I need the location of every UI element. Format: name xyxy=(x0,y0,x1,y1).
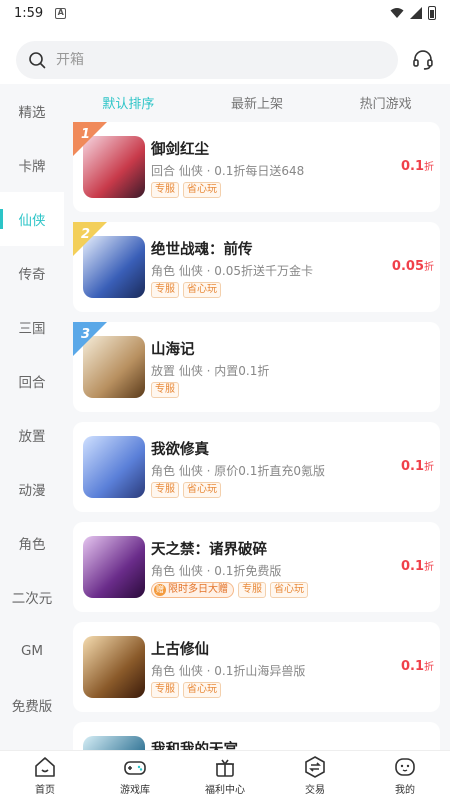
tag: 专服 xyxy=(151,382,179,398)
game-desc: 角色 仙侠 · 0.05折送千万金卡 xyxy=(151,264,313,278)
tag: 省心玩 xyxy=(183,482,221,498)
search-input[interactable] xyxy=(56,52,356,68)
discount-price: 0.1折 xyxy=(400,159,434,174)
sidebar-item-juese[interactable]: 角色 xyxy=(0,516,64,570)
svg-text:1: 1 xyxy=(81,127,90,142)
game-card[interactable]: 天之禁：诸界破碎 角色 仙侠 · 0.1折免费版 赠限时多日大赠 专服 省心玩 … xyxy=(73,522,440,612)
nav-label: 福利中心 xyxy=(205,785,245,796)
rank-badge-icon: 1 xyxy=(73,122,107,156)
rank-badge-icon: 2 xyxy=(73,222,107,256)
game-desc: 角色 仙侠 · 原价0.1折直充0氪版 xyxy=(151,464,325,478)
game-card[interactable]: 1 御剑红尘 回合 仙侠 · 0.1折每日送648 专服 省心玩 0.1折 xyxy=(73,122,440,212)
sidebar-item-huihe[interactable]: 回合 xyxy=(0,354,64,408)
game-desc: 放置 仙侠 · 内置0.1折 xyxy=(151,364,270,378)
rank-badge-icon: 3 xyxy=(73,322,107,356)
tag: 省心玩 xyxy=(183,282,221,298)
tag: 专服 xyxy=(151,182,179,198)
sidebar-item-chuanqi[interactable]: 传奇 xyxy=(0,246,64,300)
tag: 专服 xyxy=(151,482,179,498)
game-desc: 回合 仙侠 · 0.1折每日送648 xyxy=(151,164,305,178)
battery-icon xyxy=(428,6,436,20)
signal-icon xyxy=(410,7,422,19)
tag: 专服 xyxy=(238,582,266,598)
nav-label: 首页 xyxy=(35,785,55,796)
search-icon xyxy=(29,52,46,69)
nav-label: 交易 xyxy=(305,785,325,796)
game-title: 御剑红尘 xyxy=(151,142,209,158)
tag-list: 赠限时多日大赠 专服 省心玩 xyxy=(151,582,308,598)
customer-service-icon[interactable] xyxy=(412,49,434,71)
nav-profile[interactable]: 我的 xyxy=(360,751,450,800)
game-thumbnail xyxy=(83,536,145,598)
game-card[interactable]: 我欲修真 角色 仙侠 · 原价0.1折直充0氪版 专服 省心玩 0.1折 xyxy=(73,422,440,512)
tab-default-sort[interactable]: 默认排序 xyxy=(64,93,193,112)
tag-list: 专服 省心玩 xyxy=(151,482,221,498)
game-title: 我欲修真 xyxy=(151,442,209,458)
game-card[interactable]: 2 绝世战魂：前传 角色 仙侠 · 0.05折送千万金卡 专服 省心玩 0.05… xyxy=(73,222,440,312)
sidebar-item-jingxuan[interactable]: 精选 xyxy=(0,84,64,138)
category-sidebar: 精选 卡牌 仙侠 传奇 三国 回合 放置 动漫 角色 二次元 GM 免费版 xyxy=(0,84,64,750)
sidebar-item-gm[interactable]: GM xyxy=(0,624,64,678)
tag-list: 专服 省心玩 xyxy=(151,182,221,198)
sidebar-item-kapai[interactable]: 卡牌 xyxy=(0,138,64,192)
game-card[interactable]: 上古修仙 角色 仙侠 · 0.1折山海异兽版 专服 省心玩 0.1折 xyxy=(73,622,440,712)
game-desc: 角色 仙侠 · 0.1折山海异兽版 xyxy=(151,664,306,678)
home-icon xyxy=(35,757,55,777)
sort-tabs: 默认排序 最新上架 热门游戏 xyxy=(64,84,450,120)
game-desc: 角色 仙侠 · 0.1折免费版 xyxy=(151,564,282,578)
nav-label: 我的 xyxy=(395,785,415,796)
discount-price: 0.1折 xyxy=(400,559,434,574)
search-box[interactable] xyxy=(16,41,399,79)
discount-price: 0.05折 xyxy=(391,259,434,274)
tag: 省心玩 xyxy=(270,582,308,598)
game-thumbnail xyxy=(83,436,145,498)
nav-label: 游戏库 xyxy=(120,785,150,796)
game-title: 上古修仙 xyxy=(151,642,209,658)
gift-icon xyxy=(216,759,234,777)
tag: 省心玩 xyxy=(183,682,221,698)
tag: 专服 xyxy=(151,682,179,698)
game-thumbnail xyxy=(83,636,145,698)
game-card[interactable]: 3 山海记 放置 仙侠 · 内置0.1折 专服 xyxy=(73,322,440,412)
tab-hot-games[interactable]: 热门游戏 xyxy=(321,93,450,112)
tab-newest[interactable]: 最新上架 xyxy=(193,93,322,112)
wifi-icon xyxy=(390,8,404,18)
game-list-panel: 默认排序 最新上架 热门游戏 1 御剑红尘 回合 仙侠 · 0.1折每日送648… xyxy=(64,84,450,750)
tag-list: 专服 省心玩 xyxy=(151,682,221,698)
nav-game-library[interactable]: 游戏库 xyxy=(90,751,180,800)
game-thumbnail xyxy=(83,736,145,750)
notification-icon: A xyxy=(55,7,67,19)
sidebar-item-fangzhi[interactable]: 放置 xyxy=(0,408,64,462)
sidebar-item-mianfeiban[interactable]: 免费版 xyxy=(0,678,64,732)
gift-icon: 赠 xyxy=(154,584,166,596)
gamepad-icon xyxy=(124,761,146,775)
discount-price: 0.1折 xyxy=(400,659,434,674)
profile-icon xyxy=(395,758,415,776)
game-title: 我和我的天宫 xyxy=(151,742,238,750)
tag: 省心玩 xyxy=(183,182,221,198)
svg-text:3: 3 xyxy=(81,327,90,342)
tag: 专服 xyxy=(151,282,179,298)
nav-trade[interactable]: 交易 xyxy=(270,751,360,800)
svg-text:2: 2 xyxy=(81,227,90,242)
promo-badge: 赠限时多日大赠 xyxy=(151,582,234,598)
tag-list: 专服 xyxy=(151,382,179,398)
bottom-nav: 首页 游戏库 福利中心 交易 我的 xyxy=(0,750,450,800)
nav-home[interactable]: 首页 xyxy=(0,751,90,800)
game-title: 天之禁：诸界破碎 xyxy=(151,542,267,558)
status-time: 1:59 xyxy=(14,5,44,21)
game-title: 绝世战魂：前传 xyxy=(151,242,253,258)
sidebar-item-xianxia[interactable]: 仙侠 xyxy=(0,192,64,246)
discount-price: 0.1折 xyxy=(400,459,434,474)
sidebar-item-dongman[interactable]: 动漫 xyxy=(0,462,64,516)
sidebar-item-erciyuan[interactable]: 二次元 xyxy=(0,570,64,624)
sidebar-item-sanguo[interactable]: 三国 xyxy=(0,300,64,354)
tag-list: 专服 省心玩 xyxy=(151,282,221,298)
game-title: 山海记 xyxy=(151,342,195,358)
nav-welfare-center[interactable]: 福利中心 xyxy=(180,751,270,800)
game-card[interactable]: 我和我的天宫 xyxy=(73,722,440,750)
status-bar: 1:59 A xyxy=(0,0,450,26)
search-row xyxy=(0,40,450,80)
exchange-icon xyxy=(305,756,325,778)
